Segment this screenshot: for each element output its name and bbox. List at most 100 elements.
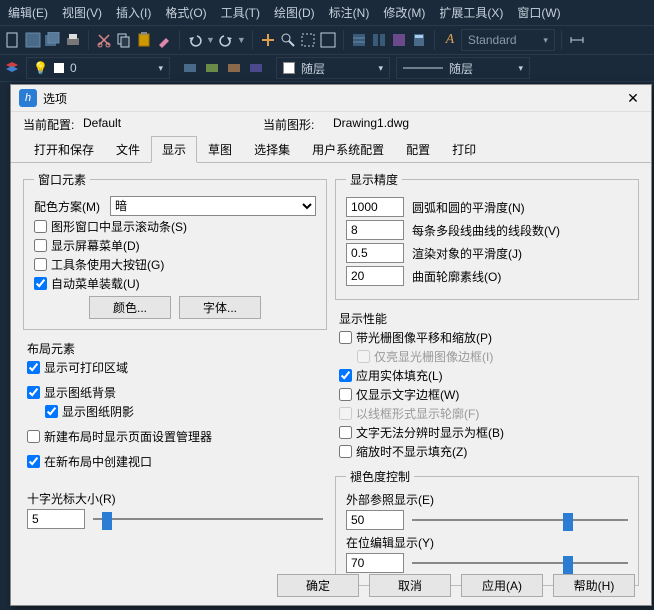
designcenter-icon[interactable] <box>370 31 388 49</box>
new-icon[interactable] <box>4 31 22 49</box>
chk-bigbuttons[interactable] <box>34 258 47 271</box>
titlebar: h 选项 ✕ <box>11 85 651 112</box>
tab-opensave[interactable]: 打开和保存 <box>23 136 105 163</box>
group-display-perf: 显示性能 带光栅图像平移和缩放(P) 仅亮显光栅图像边框(I) 应用实体填充(L… <box>335 306 639 462</box>
menu-edit[interactable]: 编辑(E) <box>8 4 48 21</box>
menu-view[interactable]: 视图(V) <box>62 4 102 21</box>
properties-icon[interactable] <box>350 31 368 49</box>
close-button[interactable]: ✕ <box>623 88 643 108</box>
menu-extensions[interactable]: 扩展工具(X) <box>439 4 503 21</box>
color-combo[interactable]: 随层 ▾ <box>276 57 390 79</box>
menu-dimension[interactable]: 标注(N) <box>329 4 370 21</box>
tab-files[interactable]: 文件 <box>105 136 151 163</box>
linetype-combo[interactable]: 随层 ▾ <box>396 57 530 79</box>
surface-lines-value[interactable] <box>346 266 404 286</box>
tool-palette-icon[interactable] <box>390 31 408 49</box>
menu-modify[interactable]: 修改(M) <box>383 4 425 21</box>
arc-smooth-value[interactable] <box>346 197 404 217</box>
crosshair-slider[interactable] <box>93 510 323 528</box>
chk-scrollbar[interactable] <box>34 220 47 233</box>
layer-combo[interactable]: 💡 0 ▾ <box>26 57 170 79</box>
lightbulb-icon: 💡 <box>33 61 48 75</box>
btn-apply[interactable]: 应用(A) <box>461 574 543 597</box>
zoom-icon[interactable] <box>279 31 297 49</box>
pan-icon[interactable] <box>259 31 277 49</box>
inplace-fade-value[interactable] <box>346 553 404 573</box>
save-icon[interactable] <box>24 31 42 49</box>
copy-icon[interactable] <box>115 31 133 49</box>
current-profile-label: 当前配置: <box>23 116 83 133</box>
layer-manager-icon[interactable] <box>4 60 20 76</box>
matchprop-icon[interactable] <box>155 31 173 49</box>
layer-freeze-icon[interactable] <box>248 60 264 76</box>
chk-autoload[interactable] <box>34 277 47 290</box>
dialog-footer: 确定 取消 应用(A) 帮助(H) <box>277 574 635 597</box>
dimstyle-icon[interactable] <box>568 31 586 49</box>
tab-profiles[interactable]: 配置 <box>395 136 441 163</box>
btn-font[interactable]: 字体... <box>179 296 261 319</box>
color-scheme-label: 配色方案(M) <box>34 198 100 215</box>
saveall-icon[interactable] <box>44 31 62 49</box>
tab-print[interactable]: 打印 <box>441 136 487 163</box>
textstyle-combo[interactable]: Standard▾ <box>461 29 555 51</box>
layer-prev-icon[interactable] <box>182 60 198 76</box>
chk-solidfill[interactable] <box>339 369 352 382</box>
chk-pagesetup[interactable] <box>27 430 40 443</box>
undo-icon[interactable] <box>186 31 204 49</box>
tab-display[interactable]: 显示 <box>151 136 197 163</box>
menubar: 编辑(E) 视图(V) 插入(I) 格式(O) 工具(T) 绘图(D) 标注(N… <box>0 0 654 26</box>
paste-icon[interactable] <box>135 31 153 49</box>
chk-paperbg[interactable] <box>27 386 40 399</box>
menu-format[interactable]: 格式(O) <box>165 4 206 21</box>
menu-draw[interactable]: 绘图(D) <box>274 4 315 21</box>
print-icon[interactable] <box>64 31 82 49</box>
chk-panzoom[interactable] <box>339 331 352 344</box>
zoom-extents-icon[interactable] <box>319 31 337 49</box>
tab-strip: 打开和保存 文件 显示 草图 选择集 用户系统配置 配置 打印 <box>11 135 651 163</box>
dialog-title: 选项 <box>43 90 623 107</box>
chk-truecolor[interactable] <box>339 426 352 439</box>
chk-screenmenu[interactable] <box>34 239 47 252</box>
tab-userprefs[interactable]: 用户系统配置 <box>301 136 395 163</box>
cut-icon[interactable] <box>95 31 113 49</box>
xref-fade-slider[interactable] <box>412 511 628 529</box>
options-dialog: h 选项 ✕ 当前配置: Default 当前图形: Drawing1.dwg … <box>10 84 652 606</box>
calc-icon[interactable] <box>410 31 428 49</box>
zoom-window-icon[interactable] <box>299 31 317 49</box>
render-smooth-value[interactable] <box>346 243 404 263</box>
current-drawing-value: Drawing1.dwg <box>333 116 513 133</box>
btn-help[interactable]: 帮助(H) <box>553 574 635 597</box>
menu-window[interactable]: 窗口(W) <box>517 4 560 21</box>
xref-fade-value[interactable] <box>346 510 404 530</box>
chk-zoomfill[interactable] <box>339 445 352 458</box>
chk-papershadow[interactable] <box>45 405 58 418</box>
polyline-seg-value[interactable] <box>346 220 404 240</box>
chk-viewport[interactable] <box>27 455 40 468</box>
layer-iso-icon[interactable] <box>204 60 220 76</box>
tab-drafting[interactable]: 草图 <box>197 136 243 163</box>
inplace-fade-slider[interactable] <box>412 554 628 572</box>
color-swatch <box>283 62 295 74</box>
textstyle-icon[interactable]: A <box>441 31 459 49</box>
menu-tools[interactable]: 工具(T) <box>221 4 260 21</box>
chk-textframe[interactable] <box>339 388 352 401</box>
layer-off-icon[interactable] <box>226 60 242 76</box>
group-display-precision: 显示精度 圆弧和圆的平滑度(N) 每条多段线曲线的线段数(V) 渲染对象的平滑度… <box>335 171 639 300</box>
color-scheme-select[interactable]: 暗 <box>110 196 316 216</box>
btn-ok[interactable]: 确定 <box>277 574 359 597</box>
group-fade: 褪色度控制 外部参照显示(E) 在位编辑显示(Y) <box>335 468 639 586</box>
menu-insert[interactable]: 插入(I) <box>116 4 151 21</box>
group-window-elements: 窗口元素 配色方案(M) 暗 图形窗口中显示滚动条(S) 显示屏幕菜单(D) 工… <box>23 171 327 330</box>
redo-icon[interactable] <box>217 31 235 49</box>
btn-cancel[interactable]: 取消 <box>369 574 451 597</box>
group-layout-elements: 布局元素 显示可打印区域 显示图纸背景 显示图纸阴影 新建布局时显示页面设置管理… <box>23 336 327 472</box>
chk-highlight <box>357 350 370 363</box>
toolbar-main: ▼ ▼ A Standard▾ <box>0 26 654 55</box>
current-profile-value: Default <box>83 116 263 133</box>
chk-printable[interactable] <box>27 361 40 374</box>
group-crosshair: 十字光标大小(R) <box>23 486 327 531</box>
btn-color[interactable]: 颜色... <box>89 296 171 319</box>
tab-selection[interactable]: 选择集 <box>243 136 301 163</box>
crosshair-value[interactable] <box>27 509 85 529</box>
current-drawing-label: 当前图形: <box>263 116 333 133</box>
